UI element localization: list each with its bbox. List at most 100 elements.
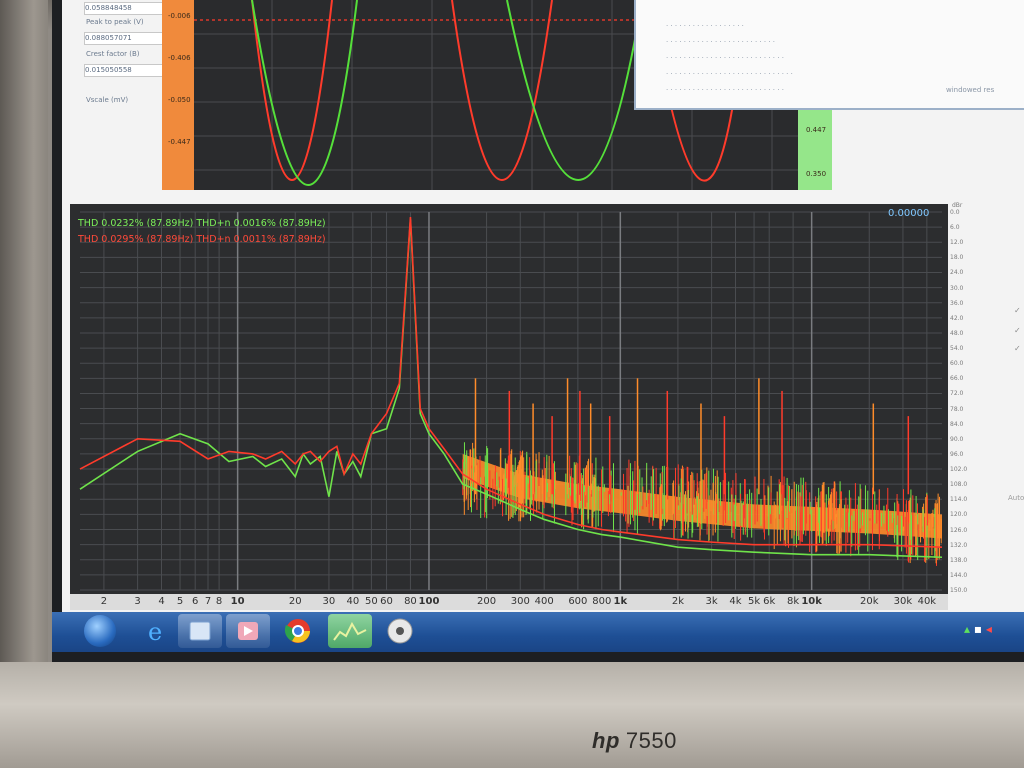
spectrum-app-icon[interactable]: [328, 614, 372, 648]
db-tick-label: 114.0: [950, 496, 968, 504]
frequency-tick-label: 800: [592, 596, 612, 607]
db-tick-label: 48.0: [950, 329, 964, 337]
frequency-tick-label: 8: [215, 596, 223, 607]
db-tick-label: 66.0: [950, 375, 964, 383]
frequency-tick-label: 10: [230, 596, 245, 607]
system-tray[interactable]: ▴ ▪ ◂: [964, 622, 992, 636]
scale-tick: 0.447: [806, 126, 827, 134]
popup-right-label: windowed res: [946, 86, 995, 94]
check-mark-icon[interactable]: ✓: [1014, 344, 1021, 353]
frequency-tick-label: 6: [192, 596, 199, 607]
popup-text: · · · · · · · · · · · · · · · · · ·: [666, 22, 744, 30]
frequency-tick-label: 20: [288, 596, 302, 607]
popup-text: · · · · · · · · · · · · · · · · · · · · …: [666, 38, 776, 46]
scale-tick: 0.350: [806, 170, 827, 178]
separator-bar: [62, 190, 1024, 204]
reading-value: 0.058848458: [84, 2, 166, 15]
db-tick-label: 78.0: [950, 405, 964, 413]
window-app-icon[interactable]: [178, 614, 222, 648]
db-tick-label: 36.0: [950, 299, 964, 307]
db-tick-label: 144.0: [950, 571, 968, 579]
start-button[interactable]: [84, 615, 116, 647]
frequency-tick-label: 40k: [917, 596, 937, 607]
frequency-tick-label: 3k: [705, 596, 718, 607]
taskbar: e ▴ ▪ ◂: [52, 612, 1024, 652]
brand-logo: hp: [592, 728, 620, 753]
ie-icon[interactable]: e: [134, 614, 178, 648]
frequency-tick-label: 40: [346, 596, 360, 607]
disc-app-icon[interactable]: [378, 614, 422, 648]
db-tick-label: 96.0: [950, 450, 964, 458]
frequency-tick-label: 300: [510, 596, 530, 607]
frequency-axis: 2 3 4 5 6 7 8 10 20 30 40 50 60 80 100 200 300 400 600 800 1…: [70, 594, 948, 610]
db-tick-label: 6.0: [950, 224, 960, 232]
series-line-green: [79, 219, 943, 559]
frequency-tick-label: 30: [322, 596, 336, 607]
frequency-tick-label: 1k: [613, 596, 628, 607]
db-tick-label: 150.0: [950, 587, 968, 594]
frequency-tick-label: 4: [158, 596, 165, 607]
frequency-tick-label: 10k: [801, 596, 822, 607]
db-tick-label: 90.0: [950, 435, 964, 443]
db-tick-label: 126.0: [950, 526, 968, 534]
frequency-tick-label: 60: [380, 596, 393, 607]
frequency-tick-label: 600: [568, 596, 588, 607]
network-icon[interactable]: ▴: [964, 622, 970, 636]
frequency-tick-label: 3: [134, 596, 141, 607]
spectrum-analyzer: THD 0.0232% (87.89Hz) THD+n 0.0016% (87.…: [70, 204, 948, 594]
frequency-tick-label: 50: [365, 596, 378, 607]
auto-label[interactable]: Auto: [1008, 494, 1024, 502]
frequency-tick-label: 5: [176, 596, 184, 607]
check-mark-icon[interactable]: ✓: [1014, 306, 1021, 315]
frequency-tick-label: 4k: [729, 596, 742, 607]
frequency-tick-label: 30k: [893, 596, 913, 607]
db-tick-label: 30.0: [950, 284, 964, 292]
side-panel: ✓ ✓ ✓ Auto: [970, 196, 1024, 606]
popup-text: · · · · · · · · · · · · · · · · · · · · …: [666, 54, 784, 62]
frequency-tick-label: 200: [477, 596, 497, 607]
svg-text:e: e: [148, 618, 162, 646]
db-tick-label: 84.0: [950, 420, 964, 428]
reading-label: Vscale (mV): [86, 96, 129, 104]
db-tick-label: 0.0: [950, 209, 960, 216]
reading-label: Peak to peak (V): [86, 18, 144, 26]
db-tick-label: 138.0: [950, 556, 968, 564]
monitor-bezel-bottom: [0, 662, 1024, 768]
db-tick-label: 42.0: [950, 314, 964, 322]
thd-readout-green: THD 0.0232% (87.89Hz) THD+n 0.0016% (87.…: [78, 218, 326, 229]
reading-label: Crest factor (B): [86, 50, 140, 58]
noise-floor-area: [462, 454, 942, 539]
db-scale: dBr 0.0 6.0 12.0 18.0 24.0 30.0 36.0 42.0 48.0 54…: [948, 202, 970, 594]
frequency-tick-label: 7: [204, 596, 212, 607]
db-tick-label: 24.0: [950, 269, 964, 277]
db-tick-label: 54.0: [950, 345, 964, 353]
flag-icon[interactable]: ▪: [974, 622, 982, 636]
frequency-tick-label: 2k: [671, 596, 684, 607]
frequency-tick-label: 80: [404, 596, 417, 607]
chrome-icon[interactable]: [276, 614, 320, 648]
reading-value: 0.088057071: [84, 32, 166, 45]
monitor-bezel-left: [0, 0, 48, 768]
reading-value: 0.015050558: [84, 64, 166, 77]
frequency-tick-label: 8k: [787, 596, 800, 607]
db-tick-label: 12.0: [950, 239, 964, 247]
db-tick-label: 72.0: [950, 390, 964, 398]
frequency-tick-label: 5k: [747, 596, 761, 607]
db-unit: dBr: [952, 202, 963, 209]
popup-text: · · · · · · · · · · · · · · · · · · · · …: [666, 70, 793, 78]
frequency-tick-label: 20k: [859, 596, 879, 607]
scope-readings-panel: 0.058848458 Peak to peak (V) 0.088057071…: [64, 0, 166, 190]
info-popup: · · · · · · · · · · · · · · · · · · · · …: [634, 0, 1024, 110]
media-player-icon[interactable]: [226, 614, 270, 648]
volume-icon[interactable]: ◂: [986, 622, 992, 636]
frequency-tick-label: 2: [100, 596, 108, 607]
db-tick-label: 102.0: [950, 466, 968, 474]
frequency-tick-label: 400: [534, 596, 554, 607]
db-tick-label: 60.0: [950, 360, 964, 368]
monitor-brand: hp 7550: [592, 728, 677, 754]
spectrum-plot: [79, 211, 943, 591]
thd-readout-red: THD 0.0295% (87.89Hz) THD+n 0.0011% (87.…: [78, 234, 326, 245]
db-tick-label: 108.0: [950, 481, 968, 489]
check-mark-icon[interactable]: ✓: [1014, 326, 1021, 335]
db-tick-label: 18.0: [950, 254, 964, 262]
